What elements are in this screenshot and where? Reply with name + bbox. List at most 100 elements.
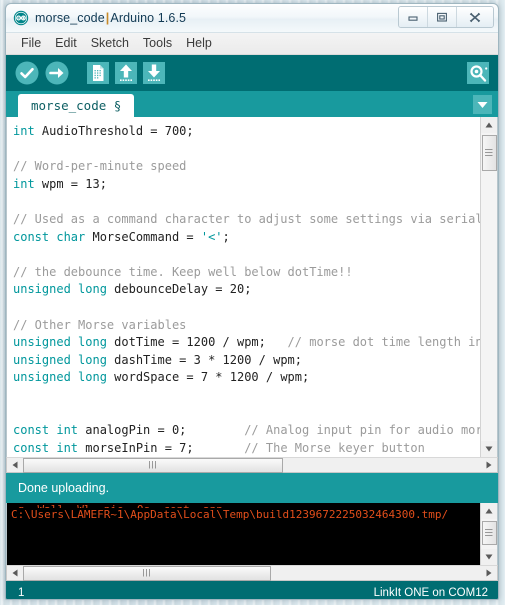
code-token: int <box>13 176 42 191</box>
arduino-logo-icon <box>13 10 29 26</box>
scroll-right-icon[interactable] <box>481 566 497 580</box>
code-token: const int <box>13 440 86 455</box>
code-token: '<' <box>200 229 223 244</box>
grip-icon: ||| <box>148 460 158 469</box>
tab-strip: morse_code § <box>6 91 498 117</box>
console-vertical-scrollbar[interactable]: ||| <box>480 503 497 565</box>
code-token: unsigned long <box>13 370 115 385</box>
console-scroll-thumb[interactable]: ||| <box>481 521 497 545</box>
window-title: morse_code|Arduino 1.6.5 <box>35 11 186 25</box>
code-line: unsigned long debounceDelay = 20; <box>13 281 480 299</box>
maximize-button[interactable] <box>428 7 457 27</box>
scroll-down-icon[interactable] <box>481 549 497 565</box>
console-horizontal-scrollbar[interactable]: ||| <box>6 565 498 581</box>
toolbar <box>6 55 498 91</box>
code-token: morseInPin = 7; <box>85 440 245 455</box>
grip-icon: ||| <box>142 568 152 577</box>
menu-item-help[interactable]: Help <box>179 35 219 52</box>
scroll-right-icon[interactable] <box>481 458 497 472</box>
code-token: // Used as a command character to adjust… <box>13 211 480 226</box>
console-hscroll-thumb[interactable]: ||| <box>23 565 271 581</box>
editor-horizontal-scrollbar[interactable]: ||| <box>6 457 498 473</box>
save-button[interactable] <box>142 61 166 85</box>
code-token: // morse dot time length in <box>287 335 480 350</box>
code-token: // Analog input pin for audio morse <box>244 423 480 438</box>
editor-vertical-scrollbar[interactable]: ||| <box>480 117 497 457</box>
code-token: // The Morse keyer button <box>244 440 425 455</box>
scroll-left-icon[interactable] <box>7 566 23 580</box>
code-line: unsigned long dashTime = 3 * 1200 / wpm; <box>13 352 480 370</box>
menu-bar: File Edit Sketch Tools Help <box>6 33 498 55</box>
code-line: int AudioThreshold = 700; <box>13 123 480 141</box>
menu-item-tools[interactable]: Tools <box>136 35 179 52</box>
scroll-down-icon[interactable] <box>481 441 497 457</box>
editor-hscroll-thumb[interactable]: ||| <box>23 457 283 473</box>
arduino-ide-window: morse_code|Arduino 1.6.5 File Edit Sketc… <box>5 3 499 600</box>
code-line: // Used as a command character to adjust… <box>13 211 480 229</box>
code-line: const int morseInPin = 7; // The Morse k… <box>13 440 480 457</box>
code-token: debounceDelay = 20; <box>114 282 252 297</box>
minimize-button[interactable] <box>399 7 428 27</box>
grip-icon: ||| <box>484 148 494 158</box>
editor-scroll-thumb[interactable]: ||| <box>481 135 497 171</box>
code-editor[interactable]: int AudioThreshold = 700; // Word-per-mi… <box>7 117 480 457</box>
status-bar: 1 LinkIt ONE on COM12 <box>6 581 498 599</box>
code-token: unsigned long <box>13 282 115 297</box>
code-line: // Other Morse variables <box>13 317 480 335</box>
scroll-up-icon[interactable] <box>481 117 497 133</box>
menu-item-edit[interactable]: Edit <box>48 35 84 52</box>
code-line: unsigned long dotTime = 1200 / wpm; // m… <box>13 334 480 352</box>
desktop-background: morse_code|Arduino 1.6.5 File Edit Sketc… <box>0 0 505 605</box>
board-port-indicator: LinkIt ONE on COM12 <box>373 587 488 599</box>
code-line: const int analogPin = 0; // Analog input… <box>13 422 480 440</box>
code-line: int wpm = 13; <box>13 176 480 194</box>
close-button[interactable] <box>457 7 493 27</box>
window-title-app: Arduino 1.6.5 <box>110 11 187 25</box>
code-token: const char <box>13 229 93 244</box>
code-line: // the debounce time. Keep well below do… <box>13 264 480 282</box>
title-bar[interactable]: morse_code|Arduino 1.6.5 <box>6 4 498 33</box>
serial-monitor-button[interactable] <box>466 61 490 90</box>
code-token: dashTime = 3 * 1200 / wpm; <box>114 352 302 367</box>
verify-button[interactable] <box>14 60 40 86</box>
code-token: // Other Morse variables <box>13 317 187 332</box>
code-token: wordSpace = 7 * 1200 / wpm; <box>114 370 310 385</box>
code-line: unsigned long wordSpace = 7 * 1200 / wpm… <box>13 369 480 387</box>
open-button[interactable] <box>114 61 138 85</box>
tab-morse-code[interactable]: morse_code § <box>18 94 135 117</box>
code-line: const char MorseCommand = '<'; <box>13 229 480 247</box>
line-number-indicator: 1 <box>18 587 25 599</box>
window-title-sketch: morse_code <box>35 11 105 25</box>
code-line: // Word-per-minute speed <box>13 158 480 176</box>
code-token: // Word-per-minute speed <box>13 159 187 174</box>
grip-icon: ||| <box>484 528 494 538</box>
code-token: analogPin = 0; <box>85 423 245 438</box>
upload-button[interactable] <box>44 60 70 86</box>
chevron-down-icon <box>477 101 488 108</box>
tab-menu-button[interactable] <box>473 95 492 114</box>
code-token: const int <box>13 423 86 438</box>
code-token: wpm = 13; <box>41 176 107 191</box>
console-output[interactable]: -g -Wall -Wl -pie -Os -cont -appC:\Users… <box>7 503 480 565</box>
code-editor-area: int AudioThreshold = 700; // Word-per-mi… <box>6 117 498 457</box>
code-token: ; <box>222 229 230 244</box>
scroll-left-icon[interactable] <box>7 458 23 472</box>
console-path-line: C:\Users\LAMEFR~1\AppData\Local\Temp\bui… <box>11 508 449 521</box>
new-button[interactable] <box>86 61 110 85</box>
code-token: dotTime = 1200 / wpm; <box>114 335 288 350</box>
code-token: unsigned long <box>13 352 115 367</box>
scroll-up-icon[interactable] <box>481 503 497 519</box>
code-token: MorseCommand = <box>92 229 201 244</box>
menu-item-sketch[interactable]: Sketch <box>84 35 136 52</box>
menu-item-file[interactable]: File <box>14 35 48 52</box>
status-message: Done uploading. <box>6 473 498 503</box>
code-token: // the debounce time. Keep well below do… <box>13 264 353 279</box>
code-token: unsigned long <box>13 335 115 350</box>
code-token: int <box>13 124 42 138</box>
console-area: -g -Wall -Wl -pie -Os -cont -appC:\Users… <box>6 503 498 565</box>
